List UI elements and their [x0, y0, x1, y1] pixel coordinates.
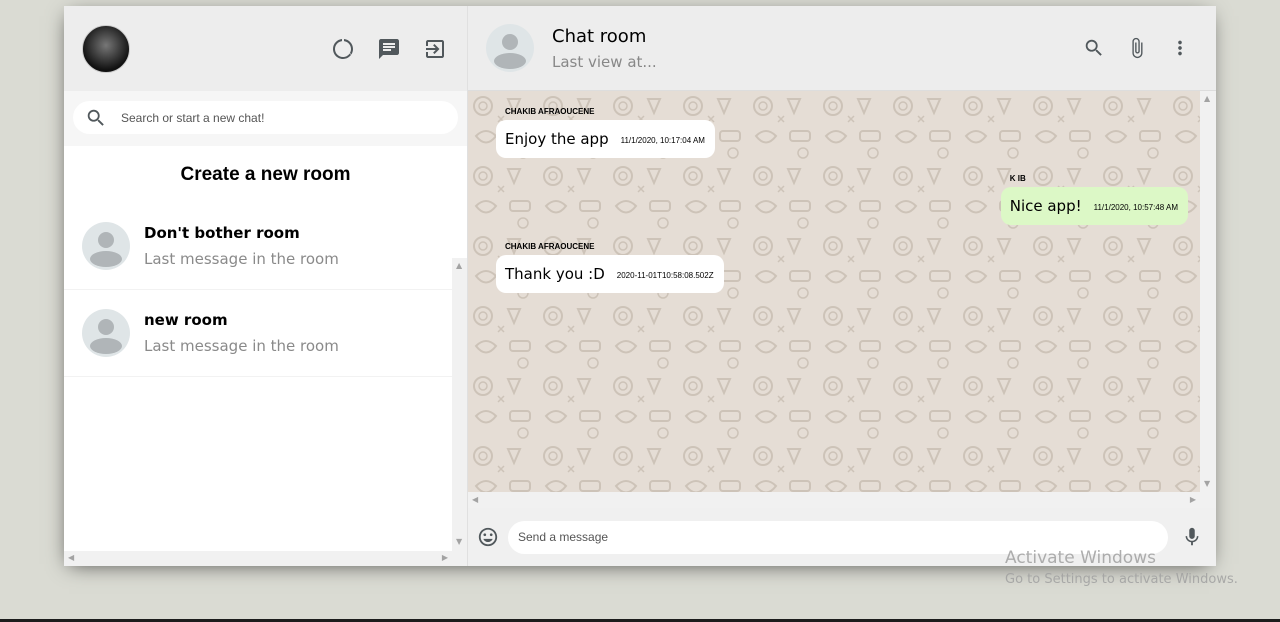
sidebar-header [64, 6, 467, 91]
chat-title: Chat room [552, 25, 647, 47]
message-timestamp: 11/1/2020, 10:57:48 AM [1093, 203, 1178, 212]
mic-icon[interactable] [1180, 525, 1204, 549]
message: CHAKIB AFRAOUCENE Enjoy the app 11/1/202… [496, 107, 715, 158]
horizontal-scrollbar[interactable]: ◀ ▶ [64, 551, 452, 566]
message-sender: CHAKIB AFRAOUCENE [505, 107, 595, 116]
attach-icon[interactable] [1125, 36, 1149, 60]
message-bubble[interactable]: Nice app! 11/1/2020, 10:57:48 AM [1000, 187, 1188, 225]
sidebar-header-icons [331, 37, 447, 61]
avatar [82, 309, 130, 357]
message-sender: K IB [1009, 174, 1026, 183]
chat-panel: Chat room Last view at... CHAKIB AFRAOUC… [468, 6, 1216, 566]
chat-header-info: Chat room Last view at... [552, 26, 1082, 71]
avatar [82, 222, 130, 270]
avatar[interactable] [486, 24, 534, 72]
watermark-title: Activate Windows [1005, 548, 1156, 568]
message-timestamp: 11/1/2020, 10:17:04 AM [620, 136, 705, 145]
vertical-scrollbar[interactable]: ▲ ▼ [452, 258, 467, 566]
chat-vertical-scrollbar[interactable]: ▲ ▼ [1200, 91, 1216, 508]
message: CHAKIB AFRAOUCENE Thank you :D 2020-11-0… [496, 242, 724, 293]
room-last-message: Last message in the room [144, 337, 339, 355]
chat-header-icons [1082, 36, 1192, 60]
create-room-button[interactable]: Create a new room [64, 146, 467, 203]
search-input[interactable] [121, 110, 446, 125]
message-text: Thank you :D [505, 265, 605, 283]
search-box [73, 101, 458, 134]
message-timestamp: 2020-11-01T10:58:08.502Z [616, 271, 714, 280]
emoji-icon[interactable] [476, 525, 500, 549]
room-name: Don't bother room [144, 224, 300, 242]
chat-header: Chat room Last view at... [468, 6, 1216, 91]
watermark-subtitle: Go to Settings to activate Windows. [1005, 572, 1238, 587]
message-sender: CHAKIB AFRAOUCENE [505, 242, 595, 251]
room-last-message: Last message in the room [144, 250, 339, 268]
search-icon[interactable] [1082, 36, 1106, 60]
user-avatar[interactable] [82, 24, 130, 73]
message-text: Nice app! [1009, 197, 1082, 215]
search-icon [87, 109, 104, 126]
message-text: Enjoy the app [505, 130, 609, 148]
room-name: new room [144, 311, 228, 329]
message-list: CHAKIB AFRAOUCENE Enjoy the app 11/1/202… [468, 91, 1200, 492]
more-vert-icon[interactable] [1168, 36, 1192, 60]
sidebar-search-bar [64, 91, 467, 146]
logout-icon[interactable] [423, 37, 447, 61]
message-bubble[interactable]: Enjoy the app 11/1/2020, 10:17:04 AM [496, 120, 715, 158]
chat-body: CHAKIB AFRAOUCENE Enjoy the app 11/1/202… [468, 91, 1216, 508]
activate-windows-watermark: Activate Windows Go to Settings to activ… [1005, 548, 1238, 587]
chat-list: Create a new room Don't bother room Last… [64, 146, 467, 566]
chat-info: new room Last message in the room [144, 311, 339, 355]
sidebar: Create a new room Don't bother room Last… [64, 6, 468, 566]
list-item[interactable]: new room Last message in the room [64, 290, 453, 377]
chat-subtitle: Last view at... [552, 52, 657, 71]
list-item[interactable]: Don't bother room Last message in the ro… [64, 203, 453, 290]
chat-horizontal-scrollbar[interactable]: ◀ ▶ [468, 492, 1200, 508]
message: K IB Nice app! 11/1/2020, 10:57:48 AM [1000, 174, 1188, 225]
new-chat-icon[interactable] [377, 37, 401, 61]
chat-info: Don't bother room Last message in the ro… [144, 224, 339, 268]
message-bubble[interactable]: Thank you :D 2020-11-01T10:58:08.502Z [496, 255, 724, 293]
app-window: Create a new room Don't bother room Last… [64, 6, 1216, 566]
status-icon[interactable] [331, 37, 355, 61]
